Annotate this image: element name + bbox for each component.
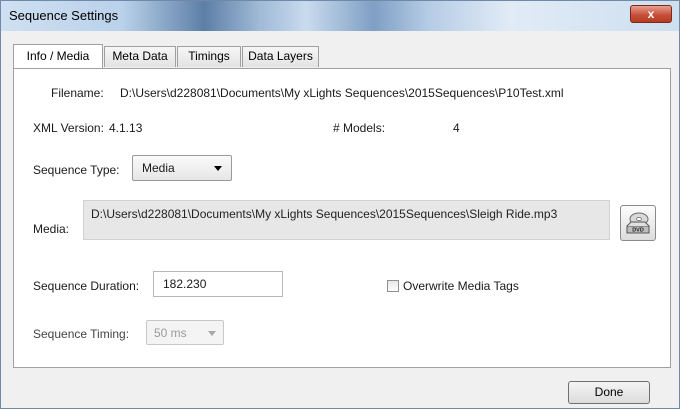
dvd-label: DVD (632, 228, 644, 234)
xml-version-label: XML Version: (33, 121, 104, 135)
chevron-down-icon (208, 331, 216, 336)
models-label: # Models: (333, 121, 386, 135)
title-bar[interactable]: Sequence Settings x (1, 1, 679, 31)
overwrite-media-tags-label[interactable]: Overwrite Media Tags (403, 279, 519, 293)
sequence-type-label: Sequence Type: (33, 163, 120, 177)
models-value: 4 (453, 121, 460, 135)
select-media-button[interactable]: DVD (620, 205, 656, 241)
filename-value: D:\Users\d228081\Documents\My xLights Se… (120, 86, 564, 100)
sequence-type-dropdown[interactable]: Media (132, 155, 232, 181)
sequence-duration-input[interactable]: 182.230 (153, 271, 283, 297)
tab-info-media[interactable]: Info / Media (13, 44, 103, 68)
close-icon: x (647, 7, 655, 21)
dvd-drive-icon: DVD (626, 212, 650, 234)
done-button[interactable]: Done (568, 381, 650, 404)
window-title: Sequence Settings (9, 8, 119, 23)
sequence-settings-dialog: Sequence Settings x Info / Media Meta Da… (0, 0, 680, 409)
sequence-duration-label: Sequence Duration: (33, 279, 140, 293)
media-path-field: D:\Users\d228081\Documents\My xLights Se… (83, 200, 610, 240)
sequence-timing-label: Sequence Timing: (33, 327, 130, 341)
media-label: Media: (33, 222, 70, 236)
tab-data-layers[interactable]: Data Layers (242, 46, 319, 67)
close-button[interactable]: x (630, 5, 672, 23)
sequence-timing-dropdown[interactable]: 50 ms (146, 320, 224, 345)
sequence-timing-value: 50 ms (154, 326, 187, 340)
filename-label: Filename: (51, 86, 104, 100)
media-path-value: D:\Users\d228081\Documents\My xLights Se… (91, 207, 558, 221)
overwrite-media-tags-checkbox[interactable] (387, 280, 399, 292)
info-media-panel: Filename: D:\Users\d228081\Documents\My … (13, 68, 671, 368)
tab-meta-data[interactable]: Meta Data (104, 46, 176, 67)
chevron-down-icon (214, 166, 222, 171)
sequence-duration-value: 182.230 (163, 277, 207, 291)
sequence-type-value: Media (142, 161, 175, 175)
tab-timings[interactable]: Timings (177, 46, 241, 67)
xml-version-value: 4.1.13 (109, 121, 143, 135)
